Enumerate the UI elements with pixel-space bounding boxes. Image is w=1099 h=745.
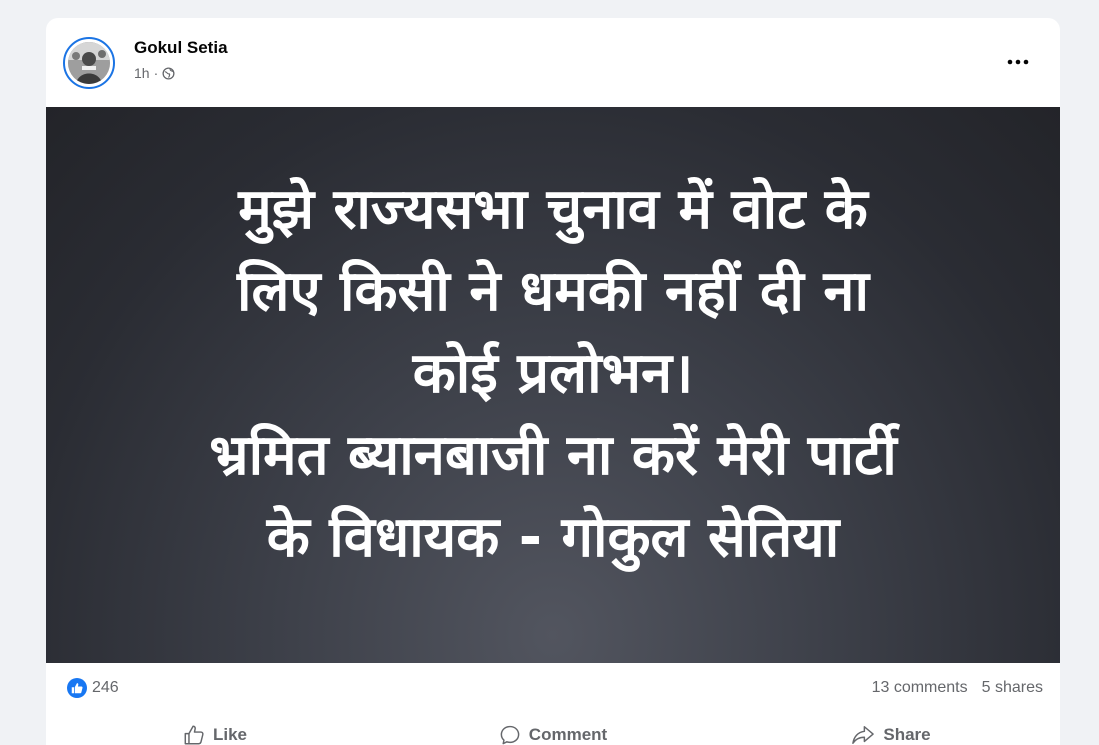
- share-icon: [852, 726, 875, 744]
- post-time[interactable]: 1h: [134, 65, 150, 81]
- reaction-count[interactable]: 246: [92, 679, 119, 697]
- profile-photo-graphic: [68, 42, 110, 84]
- meta-separator: ·: [153, 65, 159, 81]
- share-button[interactable]: Share: [722, 715, 1060, 745]
- image-text-line: कोई प्रलोभन।: [412, 341, 694, 406]
- more-options-button[interactable]: [1000, 50, 1036, 74]
- comments-count[interactable]: 13 comments: [872, 679, 968, 697]
- post-meta: 1h ·: [134, 65, 175, 81]
- share-label: Share: [883, 725, 931, 744]
- comment-button[interactable]: Comment: [384, 715, 722, 745]
- more-horizontal-icon: [1007, 59, 1029, 65]
- profile-photo: [68, 42, 110, 84]
- image-text-line: लिए किसी ने धमकी नहीं दी ना: [237, 259, 869, 324]
- post-stats: 246 13 comments 5 shares: [46, 675, 1060, 701]
- like-label: Like: [212, 725, 248, 744]
- comment-icon: [500, 725, 520, 745]
- thumbs-up-icon: [184, 725, 204, 745]
- image-text-line: के विधायक - गोकुल सेतिया: [266, 505, 840, 570]
- post-card: Gokul Setia 1h · मुझे राज्यसभा चुनाव में…: [46, 18, 1060, 745]
- like-button[interactable]: Like: [46, 715, 384, 745]
- image-text-line: भ्रमित ब्यानबाजी ना करें मेरी पार्टी: [209, 423, 897, 488]
- image-text: मुझे राज्यसभा चुनाव में वोट के लिए किसी …: [209, 169, 897, 579]
- globe-icon: [162, 66, 175, 80]
- avatar[interactable]: [63, 37, 115, 89]
- post-actions: Like Comment Share: [46, 715, 1060, 745]
- post-header: Gokul Setia 1h ·: [46, 18, 1060, 107]
- feed-page: Gokul Setia 1h · मुझे राज्यसभा चुनाव में…: [0, 0, 1099, 745]
- like-reaction-icon[interactable]: [67, 678, 87, 698]
- shares-count[interactable]: 5 shares: [982, 679, 1043, 697]
- post-image[interactable]: मुझे राज्यसभा चुनाव में वोट के लिए किसी …: [46, 107, 1060, 663]
- author-name[interactable]: Gokul Setia: [134, 38, 228, 58]
- engagement-counts: 13 comments 5 shares: [872, 679, 1043, 697]
- comment-label: Comment: [528, 725, 608, 744]
- image-text-line: मुझे राज्यसभा चुनाव में वोट के: [238, 177, 868, 242]
